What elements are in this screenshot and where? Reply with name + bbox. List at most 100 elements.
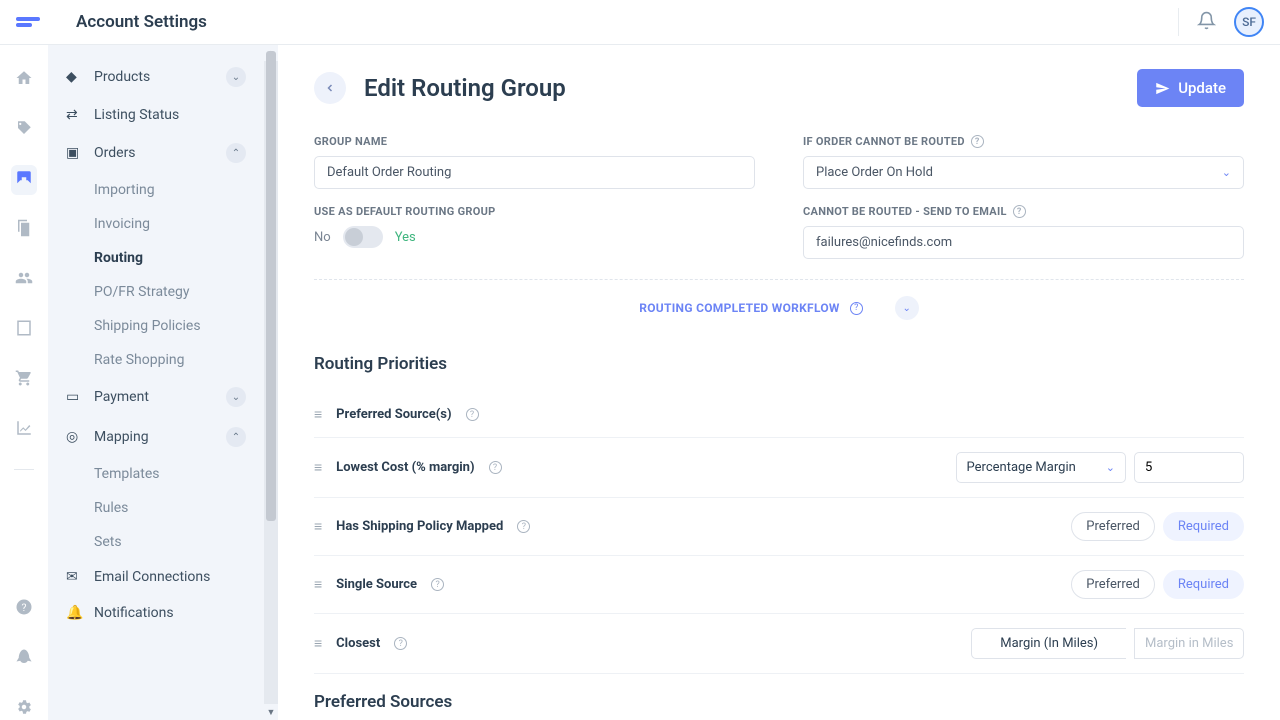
help-icon[interactable]: ? xyxy=(431,578,444,591)
sidebar-item-orders[interactable]: ▣ Orders ⌃ xyxy=(48,133,264,173)
priority-label: Preferred Source(s) xyxy=(336,407,451,422)
page-title: Edit Routing Group xyxy=(364,74,566,102)
help-icon[interactable]: ? xyxy=(489,461,502,474)
card-icon: ▭ xyxy=(66,389,82,405)
priority-label: Closest xyxy=(336,636,380,651)
main-content: Edit Routing Group Update GROUP NAME IF … xyxy=(278,45,1280,720)
tag-icon: ◆ xyxy=(66,69,82,85)
workflow-label: ROUTING COMPLETED WORKFLOW xyxy=(639,301,840,315)
preferred-pill[interactable]: Preferred xyxy=(1071,512,1155,541)
swap-icon: ⇄ xyxy=(66,107,82,123)
sidebar-sub-importing[interactable]: Importing xyxy=(48,173,264,207)
select-value: Percentage Margin xyxy=(967,460,1076,475)
help-icon[interactable]: ? xyxy=(971,135,984,148)
scrollbar-thumb[interactable] xyxy=(266,51,276,521)
chart-icon[interactable] xyxy=(15,419,33,441)
sidebar-sub-sets[interactable]: Sets xyxy=(48,525,264,559)
drag-handle-icon[interactable]: ≡ xyxy=(314,459,322,476)
cannot-route-select[interactable]: Place Order On Hold ⌄ xyxy=(803,156,1244,189)
help-icon[interactable]: ? xyxy=(394,637,407,650)
chevron-up-icon[interactable]: ⌃ xyxy=(226,427,246,447)
chevron-down-icon: ⌄ xyxy=(1222,166,1231,179)
users-icon[interactable] xyxy=(15,269,33,291)
sidebar-sub-pofr[interactable]: PO/FR Strategy xyxy=(48,275,264,309)
sidebar-sub-routing[interactable]: Routing xyxy=(48,241,264,275)
sidebar-item-payment[interactable]: ▭ Payment ⌄ xyxy=(48,377,264,417)
chevron-up-icon[interactable]: ⌃ xyxy=(226,143,246,163)
select-value: Place Order On Hold xyxy=(816,165,933,180)
sidebar-item-mapping[interactable]: ◎ Mapping ⌃ xyxy=(48,417,264,457)
mail-icon: ✉ xyxy=(66,569,82,585)
icon-rail: ? xyxy=(0,45,48,720)
sidebar-item-products[interactable]: ◆ Products ⌄ xyxy=(48,57,264,97)
group-name-input[interactable] xyxy=(314,156,755,189)
copy-icon[interactable] xyxy=(15,219,33,241)
default-group-toggle[interactable] xyxy=(343,226,383,248)
failure-email-label: CANNOT BE ROUTED - SEND TO EMAIL ? xyxy=(803,205,1244,218)
settings-sidebar: ◆ Products ⌄ ⇄ Listing Status ▣ Orders ⌃… xyxy=(48,45,264,720)
sidebar-sub-templates[interactable]: Templates xyxy=(48,457,264,491)
required-pill[interactable]: Required xyxy=(1163,570,1244,599)
sidebar-scrollbar[interactable]: ▲ ▼ xyxy=(264,45,278,720)
failure-email-input[interactable] xyxy=(803,226,1244,259)
preferred-pill[interactable]: Preferred xyxy=(1071,570,1155,599)
chevron-down-icon: ⌄ xyxy=(1106,461,1115,474)
priority-row-closest: ≡ Closest ? Margin (In Miles) xyxy=(314,614,1244,674)
margin-value-input[interactable] xyxy=(1134,452,1244,483)
sidebar-label: Payment xyxy=(94,389,149,405)
priority-row-shipping-policy: ≡ Has Shipping Policy Mapped ? Preferred… xyxy=(314,498,1244,556)
page-breadcrumb: Account Settings xyxy=(76,12,207,32)
back-button[interactable] xyxy=(314,72,346,104)
help-icon[interactable]: ? xyxy=(850,302,863,315)
drag-handle-icon[interactable]: ≡ xyxy=(314,635,322,652)
sidebar-label: Listing Status xyxy=(94,107,179,123)
priority-row-lowest-cost: ≡ Lowest Cost (% margin) ? Percentage Ma… xyxy=(314,438,1244,498)
priorities-heading: Routing Priorities xyxy=(314,354,1244,374)
user-avatar[interactable]: SF xyxy=(1234,7,1264,37)
scroll-down-icon[interactable]: ▼ xyxy=(264,704,278,720)
gear-icon[interactable] xyxy=(15,698,33,720)
update-button[interactable]: Update xyxy=(1137,69,1244,107)
sidebar-sub-rate[interactable]: Rate Shopping xyxy=(48,343,264,377)
workflow-expand-button[interactable]: ⌄ xyxy=(895,296,919,320)
sidebar-item-notifications[interactable]: 🔔 Notifications xyxy=(48,595,264,631)
sidebar-sub-invoicing[interactable]: Invoicing xyxy=(48,207,264,241)
help-icon[interactable]: ? xyxy=(1013,205,1026,218)
margin-type-select[interactable]: Percentage Margin ⌄ xyxy=(956,452,1126,483)
home-icon[interactable] xyxy=(15,69,33,91)
bell-icon: 🔔 xyxy=(66,605,82,621)
app-logo[interactable] xyxy=(16,11,44,33)
inbox-icon[interactable] xyxy=(11,165,37,195)
group-name-label: GROUP NAME xyxy=(314,135,755,148)
help-icon[interactable]: ? xyxy=(15,598,33,620)
default-group-label: USE AS DEFAULT ROUTING GROUP xyxy=(314,205,755,218)
drag-handle-icon[interactable]: ≡ xyxy=(314,406,322,423)
toggle-no-label: No xyxy=(314,230,331,245)
sidebar-sub-rules[interactable]: Rules xyxy=(48,491,264,525)
separator xyxy=(1178,8,1179,36)
sidebar-item-email[interactable]: ✉ Email Connections xyxy=(48,559,264,595)
rocket-icon[interactable] xyxy=(15,648,33,670)
toggle-yes-label: Yes xyxy=(395,230,416,245)
drag-handle-icon[interactable]: ≡ xyxy=(314,576,322,593)
required-pill[interactable]: Required xyxy=(1163,512,1244,541)
priority-label: Has Shipping Policy Mapped xyxy=(336,519,503,534)
chevron-down-icon[interactable]: ⌄ xyxy=(226,387,246,407)
margin-miles-label: Margin (In Miles) xyxy=(971,628,1126,659)
notifications-icon[interactable] xyxy=(1197,11,1216,34)
sources-heading: Preferred Sources xyxy=(314,692,1244,712)
sidebar-sub-shipping[interactable]: Shipping Policies xyxy=(48,309,264,343)
tag-icon[interactable] xyxy=(15,119,33,141)
cart-icon[interactable] xyxy=(15,369,33,391)
building-icon[interactable] xyxy=(15,319,33,341)
margin-miles-input[interactable] xyxy=(1134,628,1244,659)
sidebar-item-listing-status[interactable]: ⇄ Listing Status xyxy=(48,97,264,133)
svg-text:?: ? xyxy=(22,601,27,614)
drag-handle-icon[interactable]: ≡ xyxy=(314,518,322,535)
sidebar-label: Products xyxy=(94,69,150,85)
priority-label: Single Source xyxy=(336,577,417,592)
help-icon[interactable]: ? xyxy=(466,408,479,421)
target-icon: ◎ xyxy=(66,429,82,445)
chevron-down-icon[interactable]: ⌄ xyxy=(226,67,246,87)
help-icon[interactable]: ? xyxy=(517,520,530,533)
